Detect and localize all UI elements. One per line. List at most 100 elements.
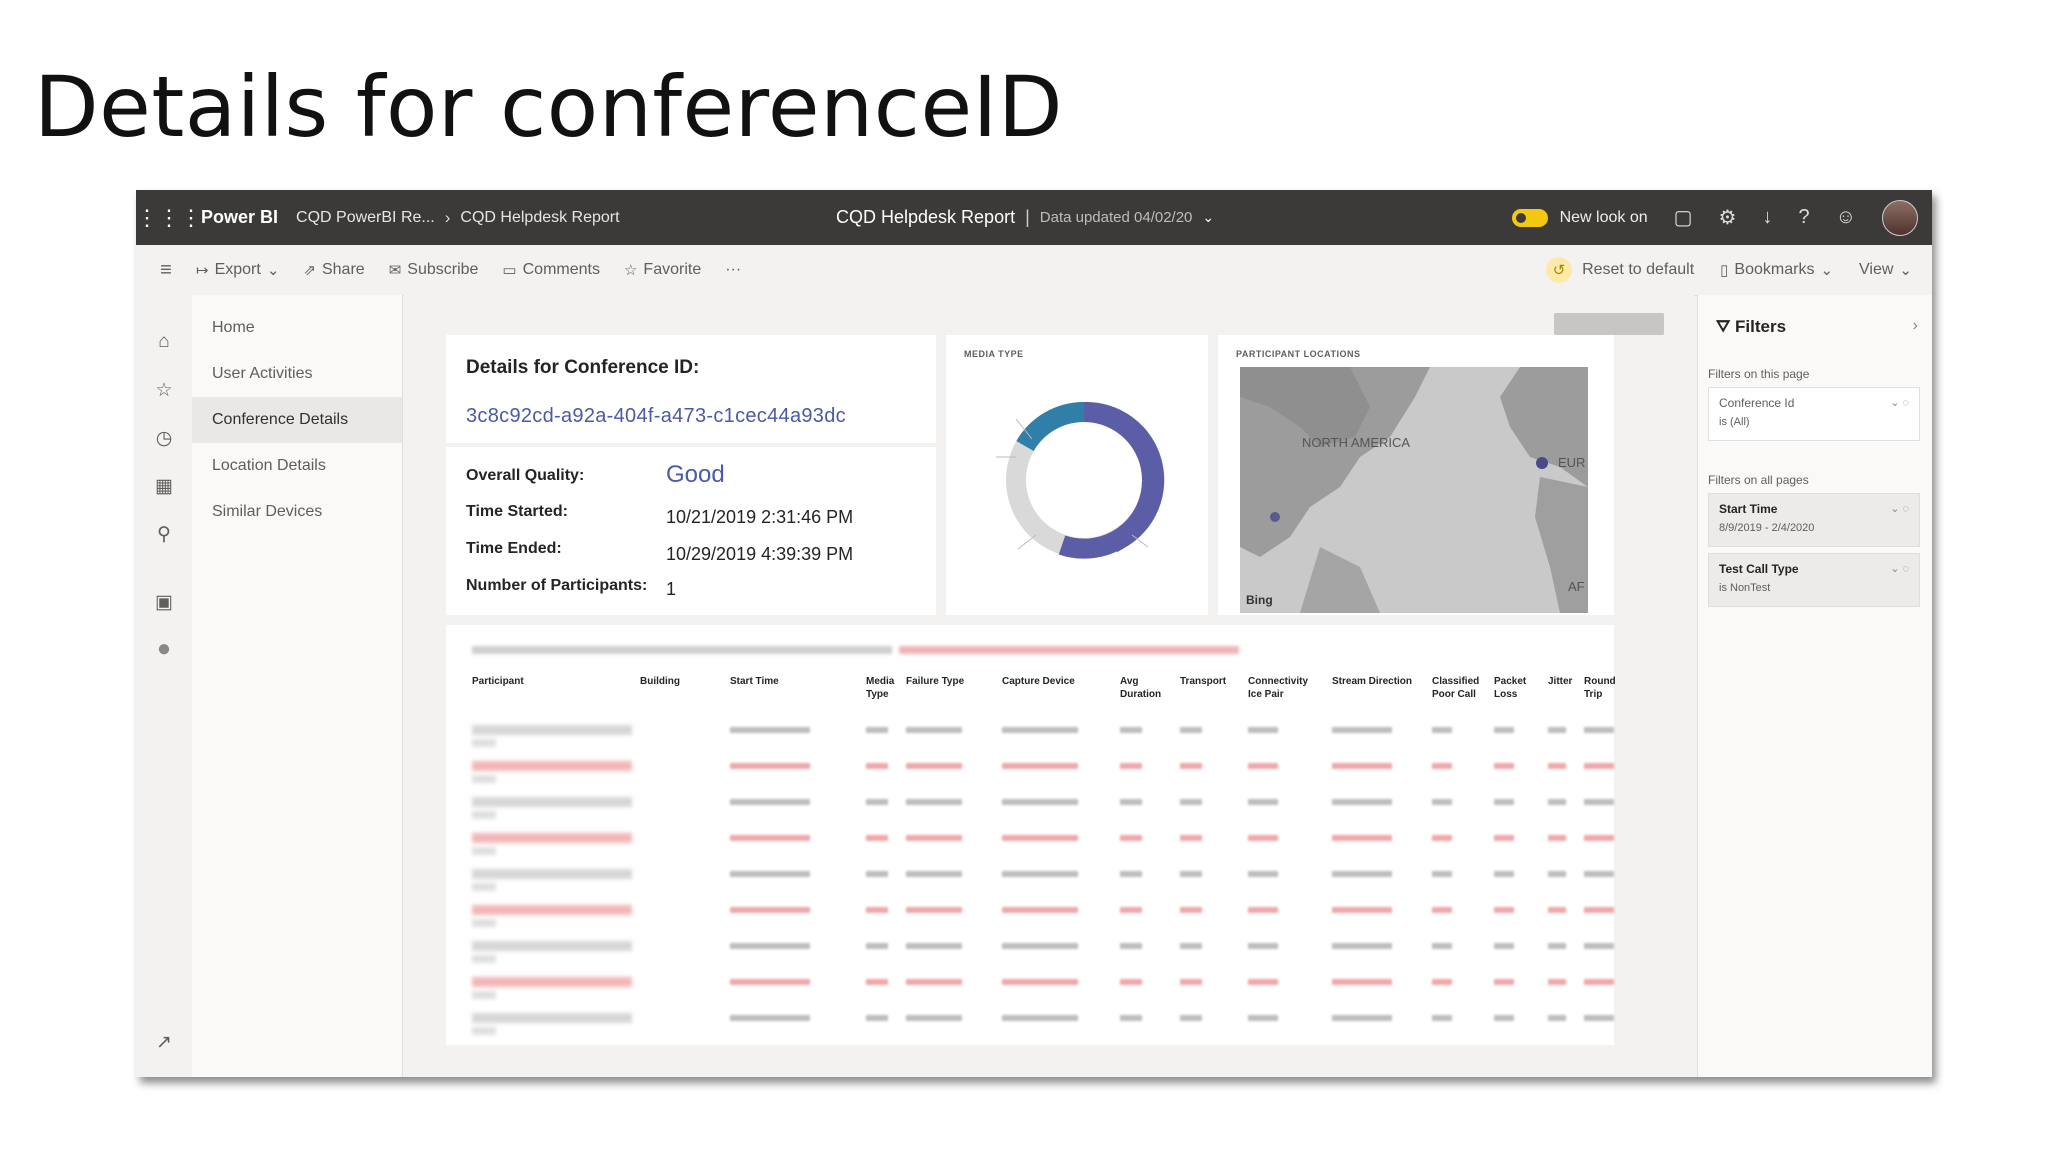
table-cell bbox=[1120, 907, 1142, 913]
column-header[interactable]: Classified Poor Call bbox=[1432, 675, 1486, 701]
table-row[interactable] bbox=[472, 905, 1614, 927]
reset-to-default-button[interactable]: ↺ Reset to default bbox=[1546, 257, 1694, 283]
table-cell bbox=[1494, 907, 1514, 913]
page-tab-conference-details[interactable]: Conference Details bbox=[192, 397, 402, 443]
view-label: View bbox=[1859, 261, 1894, 278]
column-header[interactable]: Building bbox=[640, 675, 680, 688]
table-cell bbox=[906, 1015, 962, 1021]
column-header[interactable]: Transport bbox=[1180, 675, 1226, 688]
donut-segment-audio-bottom[interactable] bbox=[1058, 479, 1163, 559]
page-tab-user-activities[interactable]: User Activities bbox=[192, 351, 402, 397]
table-row[interactable] bbox=[472, 761, 1614, 783]
participant-subline bbox=[472, 739, 496, 747]
export-button[interactable]: ↦ Export ⌄ bbox=[196, 261, 279, 279]
table-row[interactable] bbox=[472, 833, 1614, 855]
table-cell bbox=[1120, 979, 1142, 985]
table-row[interactable] bbox=[472, 941, 1614, 963]
page-tab-home[interactable]: Home bbox=[192, 305, 402, 351]
participants-label: Number of Participants: bbox=[466, 577, 648, 594]
my-workspace-icon[interactable]: ● bbox=[136, 635, 192, 663]
table-cell bbox=[1120, 835, 1142, 841]
filter-card-conference-id[interactable]: Conference Id is (All) ⌄ ◌ bbox=[1708, 387, 1920, 441]
workspaces-icon[interactable]: ▣ bbox=[136, 591, 192, 614]
column-header[interactable]: Stream Direction bbox=[1332, 675, 1422, 688]
participant-cell bbox=[472, 797, 632, 807]
report-title-menu[interactable]: CQD Helpdesk Report | Data updated 04/02… bbox=[836, 190, 1214, 245]
user-avatar[interactable] bbox=[1882, 199, 1918, 236]
subscribe-button[interactable]: ✉ Subscribe bbox=[389, 261, 479, 279]
table-cell bbox=[730, 943, 810, 949]
bookmark-icon: ▯ bbox=[1720, 262, 1729, 279]
page-tab-similar-devices[interactable]: Similar Devices bbox=[192, 489, 402, 535]
table-cell bbox=[1332, 979, 1392, 985]
table-row[interactable] bbox=[472, 1013, 1614, 1035]
table-row[interactable] bbox=[472, 725, 1614, 747]
shared-with-me-icon[interactable]: ⚲ bbox=[136, 523, 192, 546]
chevron-down-icon[interactable]: ⌄ ◌ bbox=[1890, 396, 1909, 409]
save-view-button[interactable] bbox=[1554, 313, 1664, 335]
brand-name[interactable]: Power BI bbox=[201, 207, 278, 228]
filter-card-test-call-type[interactable]: Test Call Type is NonTest ⌄ ◌ bbox=[1708, 553, 1920, 607]
column-header[interactable]: Capture Device bbox=[1002, 675, 1092, 688]
view-button[interactable]: View ⌄ bbox=[1859, 261, 1912, 279]
filters-title[interactable]: ⛛ Filters bbox=[1716, 317, 1786, 337]
new-look-toggle[interactable] bbox=[1511, 208, 1548, 227]
participant-map[interactable]: NORTH AMERICA EUR AF Bing bbox=[1240, 367, 1588, 613]
column-header[interactable]: Packet Loss bbox=[1494, 675, 1534, 701]
table-cell bbox=[1432, 727, 1452, 733]
table-cell bbox=[1120, 799, 1142, 805]
donut-segment-audio-top[interactable] bbox=[1083, 402, 1162, 481]
column-header[interactable]: Failure Type bbox=[906, 675, 980, 688]
table-cell bbox=[906, 943, 962, 949]
table-cell bbox=[1432, 943, 1452, 949]
media-type-donut[interactable] bbox=[946, 335, 1208, 615]
hamburger-menu-icon[interactable]: ≡ bbox=[136, 259, 196, 282]
column-header[interactable]: Avg Duration bbox=[1120, 675, 1172, 701]
column-header[interactable]: Media Type bbox=[866, 675, 904, 701]
chevron-down-icon[interactable]: ⌄ ◌ bbox=[1890, 502, 1909, 515]
favorite-button[interactable]: ☆ Favorite bbox=[624, 261, 701, 279]
table-cell bbox=[1548, 979, 1566, 985]
table-cell bbox=[1584, 727, 1614, 733]
conference-id-value[interactable]: 3c8c92cd-a92a-404f-a473-c1cec44a93dc bbox=[466, 405, 846, 428]
column-header[interactable]: Start Time bbox=[730, 675, 779, 688]
home-icon[interactable]: ⌂ bbox=[136, 331, 192, 353]
feedback-smiley-icon[interactable]: ☺ bbox=[1836, 206, 1856, 229]
column-header[interactable]: Participant bbox=[472, 675, 524, 688]
expand-arrow-icon[interactable]: ↗ bbox=[136, 1031, 192, 1054]
table-row[interactable] bbox=[472, 977, 1614, 999]
table-cell bbox=[1548, 799, 1566, 805]
share-button[interactable]: ⇗ Share bbox=[303, 261, 364, 279]
donut-segment-video[interactable] bbox=[1016, 401, 1085, 452]
breadcrumb-report[interactable]: CQD Helpdesk Report bbox=[460, 209, 619, 227]
table-row[interactable] bbox=[472, 797, 1614, 819]
breadcrumb-workspace[interactable]: CQD PowerBI Re... bbox=[296, 209, 435, 227]
help-icon[interactable]: ? bbox=[1798, 206, 1809, 229]
apps-icon[interactable]: ▦ bbox=[136, 475, 192, 498]
slide-title: Details for conferenceID bbox=[34, 58, 1064, 156]
favorites-star-icon[interactable]: ☆ bbox=[136, 379, 192, 402]
participant-subline bbox=[472, 883, 496, 891]
filter-card-start-time[interactable]: Start Time 8/9/2019 - 2/4/2020 ⌄ ◌ bbox=[1708, 493, 1920, 547]
table-cell bbox=[1584, 871, 1614, 877]
page-tab-location-details[interactable]: Location Details bbox=[192, 443, 402, 489]
column-header[interactable]: Round Trip bbox=[1584, 675, 1624, 701]
filter-value: is (All) bbox=[1719, 416, 1750, 428]
bookmarks-button[interactable]: ▯ Bookmarks ⌄ bbox=[1720, 261, 1833, 279]
app-launcher-icon[interactable]: ⋮⋮⋮ bbox=[136, 205, 202, 231]
collapse-filters-icon[interactable]: › bbox=[1913, 317, 1918, 335]
table-cell bbox=[1180, 835, 1202, 841]
mail-icon: ✉ bbox=[388, 262, 402, 279]
column-header[interactable]: Connectivity Ice Pair bbox=[1248, 675, 1322, 701]
more-options-button[interactable]: ··· bbox=[725, 261, 741, 279]
recent-clock-icon[interactable]: ◷ bbox=[136, 427, 192, 450]
notifications-icon[interactable]: ▢ bbox=[1674, 205, 1693, 230]
settings-gear-icon[interactable]: ⚙ bbox=[1719, 205, 1737, 230]
chevron-down-icon[interactable]: ⌄ ◌ bbox=[1890, 562, 1909, 575]
table-cell bbox=[1248, 763, 1278, 769]
table-cell bbox=[866, 799, 888, 805]
table-row[interactable] bbox=[472, 869, 1614, 891]
download-icon[interactable]: ↓ bbox=[1762, 206, 1772, 229]
column-header[interactable]: Jitter bbox=[1548, 675, 1572, 688]
comments-button[interactable]: ▭ Comments bbox=[502, 261, 600, 279]
